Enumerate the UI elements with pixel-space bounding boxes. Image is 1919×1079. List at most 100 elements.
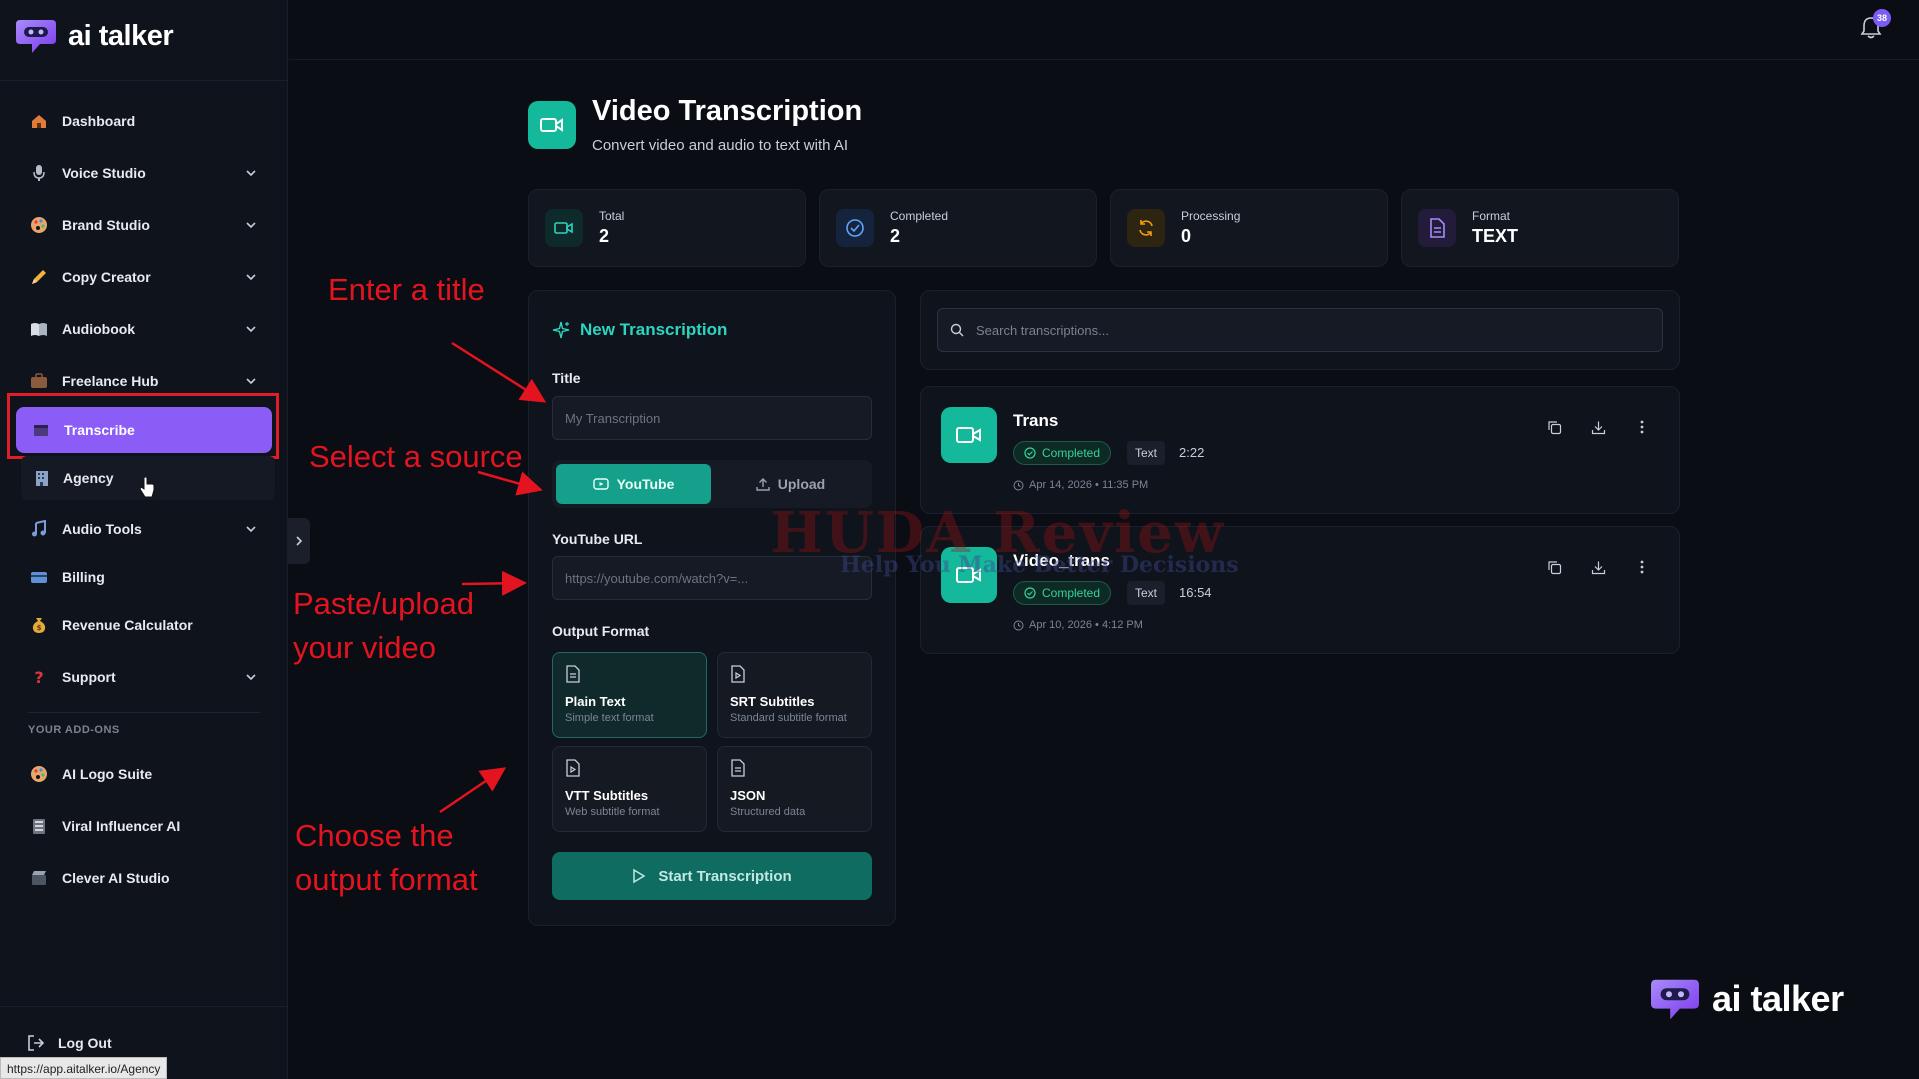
sidebar-item-support[interactable]: ? Support	[14, 656, 272, 698]
format-option-plain-text[interactable]: Plain Text Simple text format	[552, 652, 707, 738]
book-icon	[30, 320, 48, 338]
copy-button[interactable]	[1544, 417, 1564, 437]
brand-logo[interactable]: ai talker	[14, 16, 174, 56]
question-icon: ?	[30, 668, 48, 686]
format-option-vtt[interactable]: VTT Subtitles Web subtitle format	[552, 746, 707, 832]
sidebar-item-audio-tools[interactable]: Audio Tools	[14, 508, 272, 550]
sidebar-item-dashboard[interactable]: Dashboard	[14, 100, 272, 142]
chevron-down-icon[interactable]	[244, 218, 258, 232]
status-badge: Completed	[1013, 581, 1112, 605]
sidebar-item-billing[interactable]: Billing	[14, 556, 272, 598]
more-options-button[interactable]	[1632, 417, 1652, 437]
brand-name: ai talker	[68, 19, 174, 52]
date-text: Apr 14, 2026 • 11:35 PM	[1029, 479, 1149, 491]
chevron-right-icon	[296, 536, 303, 546]
transcription-date: Apr 14, 2026 • 11:35 PM	[1013, 479, 1148, 491]
stat-card-processing: Processing 0	[1110, 189, 1388, 267]
sidebar-item-label: Viral Influencer AI	[62, 818, 181, 834]
sidebar-item-label: Billing	[62, 569, 105, 585]
annotation-paste-upload-1: Paste/upload	[293, 586, 474, 621]
chevron-down-icon[interactable]	[244, 270, 258, 284]
stat-value: TEXT	[1472, 226, 1519, 246]
video-camera-icon	[545, 209, 583, 247]
stat-value: 2	[890, 226, 901, 246]
clapper-icon	[30, 817, 48, 835]
clock-icon	[1013, 480, 1024, 490]
chevron-down-icon[interactable]	[244, 670, 258, 684]
refresh-icon	[1127, 209, 1165, 247]
video-file-icon	[566, 759, 580, 777]
stat-card-total: Total 2	[528, 189, 806, 267]
start-transcription-button[interactable]: Start Transcription	[552, 852, 872, 900]
format-option-srt[interactable]: SRT Subtitles Standard subtitle format	[717, 652, 872, 738]
sidebar-item-label: Freelance Hub	[62, 373, 159, 389]
video-camera-icon	[528, 101, 576, 149]
video-camera-icon	[941, 407, 997, 463]
sidebar-item-label: Brand Studio	[62, 217, 150, 233]
title-label: Title	[552, 370, 581, 386]
format-desc: Structured data	[730, 806, 806, 818]
panel-title-text: New Transcription	[580, 320, 728, 339]
date-text: Apr 10, 2026 • 4:12 PM	[1029, 619, 1143, 631]
format-name: SRT Subtitles	[730, 694, 815, 709]
format-option-json[interactable]: JSON Structured data	[717, 746, 872, 832]
money-bag-icon: $	[30, 616, 48, 634]
download-button[interactable]	[1588, 417, 1608, 437]
addons-section-title: YOUR ADD-ONS	[28, 724, 120, 736]
sparkle-icon	[552, 321, 570, 339]
format-desc: Web subtitle format	[565, 806, 660, 818]
sidebar-collapse-button[interactable]	[288, 518, 310, 564]
download-icon	[1591, 421, 1605, 434]
sidebar-item-label: Audio Tools	[62, 521, 142, 537]
sidebar-item-voice-studio[interactable]: Voice Studio	[14, 152, 272, 194]
annotation-output-format-2: output format	[295, 862, 478, 897]
arrow-to-format	[439, 767, 507, 814]
chevron-down-icon[interactable]	[244, 374, 258, 388]
search-input[interactable]	[976, 322, 1636, 338]
search-box[interactable]	[937, 308, 1663, 352]
clapper-icon	[30, 869, 48, 887]
transcription-card[interactable]: Trans Completed Text 2:22 Apr 14, 2026 •…	[920, 386, 1680, 514]
sidebar-item-ai-logo-suite[interactable]: AI Logo Suite	[14, 753, 272, 795]
title-input[interactable]	[552, 396, 872, 440]
download-button[interactable]	[1588, 557, 1608, 577]
format-tag: Text	[1127, 581, 1166, 605]
logout-label: Log Out	[58, 1035, 112, 1051]
sidebar-item-brand-studio[interactable]: Brand Studio	[14, 204, 272, 246]
chevron-down-icon[interactable]	[244, 166, 258, 180]
sidebar-item-revenue-calculator[interactable]: $ Revenue Calculator	[14, 604, 272, 646]
chevron-down-icon[interactable]	[244, 322, 258, 336]
stat-label: Total	[599, 209, 625, 223]
logout-button[interactable]: Log Out	[26, 1033, 112, 1053]
chevron-down-icon[interactable]	[244, 522, 258, 536]
stat-label: Processing	[1181, 209, 1241, 223]
sidebar-item-audiobook[interactable]: Audiobook	[14, 308, 272, 350]
sidebar-item-label: AI Logo Suite	[62, 766, 153, 782]
sidebar-item-label: Audiobook	[62, 321, 136, 337]
sidebar-item-copy-creator[interactable]: Copy Creator	[14, 256, 272, 298]
source-upload-button[interactable]: Upload	[713, 464, 868, 504]
divider	[28, 712, 260, 713]
annotation-highlight-box	[7, 393, 279, 459]
format-name: Plain Text	[565, 694, 626, 709]
sidebar-item-viral-influencer-ai[interactable]: Viral Influencer AI	[14, 805, 272, 847]
document-icon	[566, 665, 580, 683]
stat-label: Completed	[890, 209, 949, 223]
svg-text:?: ?	[34, 668, 43, 686]
check-circle-icon	[836, 209, 874, 247]
sidebar-item-label: Voice Studio	[62, 165, 146, 181]
youtube-icon	[592, 478, 609, 490]
format-tag: Text	[1127, 441, 1166, 465]
stat-label: Format	[1472, 209, 1511, 223]
url-label: YouTube URL	[552, 531, 643, 547]
duration: 2:22	[1179, 445, 1205, 460]
sidebar-item-label: Revenue Calculator	[62, 617, 193, 633]
status-badge: Completed	[1013, 441, 1112, 465]
copy-button[interactable]	[1544, 557, 1564, 577]
download-icon	[1591, 561, 1605, 574]
palette-icon	[30, 765, 48, 783]
transcription-date: Apr 10, 2026 • 4:12 PM	[1013, 619, 1143, 631]
source-youtube-button[interactable]: YouTube	[556, 464, 711, 504]
more-options-button[interactable]	[1632, 557, 1652, 577]
sidebar-item-clever-ai-studio[interactable]: Clever AI Studio	[14, 857, 272, 899]
